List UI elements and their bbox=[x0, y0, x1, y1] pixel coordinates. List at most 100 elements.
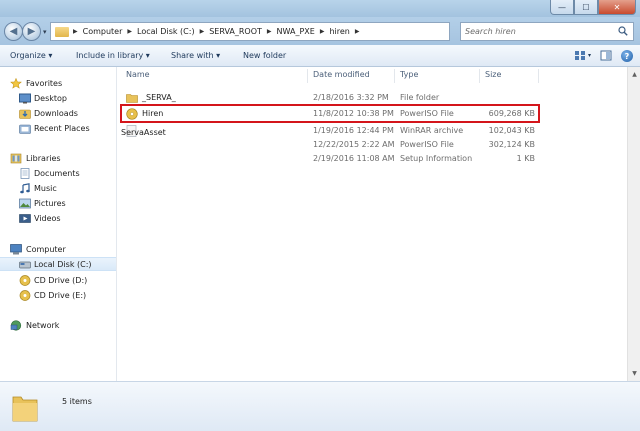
pictures-icon bbox=[19, 198, 31, 208]
navigation-bar: ◀ ▶ ▾ ▶ Computer ▶ Local Disk (C:) ▶ SER… bbox=[0, 17, 640, 45]
file-list: Name Date modified Type Size _SERVA_ 2/1… bbox=[117, 67, 627, 381]
iso-disc-icon bbox=[126, 108, 138, 120]
column-divider[interactable] bbox=[479, 69, 480, 83]
nav-music[interactable]: Music bbox=[0, 181, 116, 195]
nav-favorites[interactable]: Favorites bbox=[0, 76, 116, 90]
file-row[interactable]: 12/22/2015 2:22 AM PowerISO File 302,124… bbox=[124, 138, 538, 152]
back-arrow-icon: ◀ bbox=[9, 26, 18, 37]
nav-libraries[interactable]: Libraries bbox=[0, 151, 116, 165]
column-header-name[interactable]: Name bbox=[126, 70, 150, 79]
search-box[interactable] bbox=[460, 22, 634, 41]
folder-icon bbox=[12, 396, 38, 422]
documents-icon bbox=[20, 167, 30, 179]
breadcrumb-computer[interactable]: Computer bbox=[82, 23, 124, 40]
nav-local-disk[interactable]: Local Disk (C:) bbox=[0, 257, 116, 271]
libraries-icon bbox=[10, 153, 22, 163]
nav-network[interactable]: Network bbox=[0, 318, 116, 332]
forward-button[interactable]: ▶ bbox=[22, 22, 41, 41]
file-row[interactable]: Hiren 11/8/2012 10:38 PM PowerISO File 6… bbox=[124, 107, 538, 121]
nav-network-label: Network bbox=[26, 320, 60, 330]
breadcrumb-hiren[interactable]: hiren bbox=[328, 23, 350, 40]
file-size: 102,043 KB bbox=[488, 126, 535, 135]
column-header-date[interactable]: Date modified bbox=[313, 70, 370, 79]
minimize-button[interactable]: — bbox=[550, 0, 574, 15]
preview-pane-icon[interactable] bbox=[600, 50, 612, 61]
desktop-icon bbox=[19, 93, 31, 103]
new-folder-button[interactable]: New folder bbox=[243, 51, 286, 60]
column-divider[interactable] bbox=[538, 69, 539, 83]
file-date: 2/19/2016 11:08 AM bbox=[313, 154, 395, 163]
file-size: 302,124 KB bbox=[488, 140, 535, 149]
file-type: Setup Information bbox=[400, 154, 473, 163]
chevron-right-icon[interactable]: ▶ bbox=[267, 28, 272, 35]
column-header-size[interactable]: Size bbox=[485, 70, 501, 79]
nav-cd-drive-e[interactable]: CD Drive (E:) bbox=[0, 288, 116, 302]
nav-cd-drive-d[interactable]: CD Drive (D:) bbox=[0, 273, 116, 287]
vertical-scrollbar[interactable]: ▲ ▼ bbox=[627, 67, 640, 381]
view-options-icon[interactable] bbox=[574, 50, 586, 61]
forward-arrow-icon: ▶ bbox=[27, 26, 36, 37]
nav-recent-places[interactable]: Recent Places bbox=[0, 121, 116, 135]
share-with-button[interactable]: Share with ▾ bbox=[171, 51, 220, 60]
navigation-pane: Favorites Desktop Downloads Recent Place… bbox=[0, 67, 117, 381]
nav-documents[interactable]: Documents bbox=[0, 166, 116, 180]
search-input[interactable] bbox=[465, 27, 615, 36]
nav-videos-label: Videos bbox=[34, 213, 61, 223]
chevron-right-icon[interactable]: ▶ bbox=[200, 28, 205, 35]
maximize-button[interactable]: ☐ bbox=[574, 0, 598, 15]
command-bar: Organize ▾ Include in library ▾ Share wi… bbox=[0, 45, 640, 67]
help-icon[interactable]: ? bbox=[621, 50, 633, 62]
file-row[interactable]: _SERVA_ 2/18/2016 3:32 PM File folder bbox=[124, 91, 538, 105]
column-divider[interactable] bbox=[307, 69, 308, 83]
chevron-right-icon[interactable]: ▶ bbox=[127, 28, 132, 35]
nav-pictures-label: Pictures bbox=[34, 198, 66, 208]
folder-icon bbox=[126, 94, 138, 103]
chevron-right-icon[interactable]: ▶ bbox=[355, 28, 360, 35]
file-date: 12/22/2015 2:22 AM bbox=[313, 140, 395, 149]
downloads-folder-icon bbox=[19, 109, 31, 119]
file-name: Hiren bbox=[142, 109, 164, 118]
nav-libraries-label: Libraries bbox=[26, 153, 61, 163]
recent-pages-dropdown[interactable]: ▾ bbox=[43, 28, 47, 36]
nav-recent-places-label: Recent Places bbox=[34, 123, 90, 133]
file-row[interactable]: ServaAsset 1/19/2016 12:44 PM WinRAR arc… bbox=[121, 124, 538, 138]
folder-icon bbox=[55, 26, 69, 37]
view-dropdown-chevron-icon[interactable]: ▾ bbox=[588, 52, 591, 59]
breadcrumb-nwa-pxe[interactable]: NWA_PXE bbox=[276, 23, 316, 40]
column-header-type[interactable]: Type bbox=[400, 70, 418, 79]
include-in-library-button[interactable]: Include in library ▾ bbox=[76, 51, 150, 60]
star-icon bbox=[10, 77, 22, 89]
title-bar: — ☐ ✕ bbox=[0, 0, 640, 17]
nav-downloads[interactable]: Downloads bbox=[0, 106, 116, 120]
file-row[interactable]: 2/19/2016 11:08 AM Setup Information 1 K… bbox=[124, 152, 538, 166]
window-controls: — ☐ ✕ bbox=[550, 0, 636, 15]
back-button[interactable]: ◀ bbox=[4, 22, 23, 41]
nav-pictures[interactable]: Pictures bbox=[0, 196, 116, 210]
chevron-right-icon[interactable]: ▶ bbox=[320, 28, 325, 35]
file-date: 1/19/2016 12:44 PM bbox=[313, 126, 394, 135]
breadcrumb-local-disk[interactable]: Local Disk (C:) bbox=[136, 23, 196, 40]
nav-downloads-label: Downloads bbox=[34, 108, 78, 118]
scroll-up-icon[interactable]: ▲ bbox=[629, 69, 640, 80]
file-type: File folder bbox=[400, 93, 440, 102]
file-name: ServaAsset bbox=[121, 128, 166, 137]
nav-computer[interactable]: Computer bbox=[0, 242, 116, 256]
file-type: WinRAR archive bbox=[400, 126, 464, 135]
nav-desktop[interactable]: Desktop bbox=[0, 91, 116, 105]
nav-favorites-label: Favorites bbox=[26, 78, 63, 88]
recent-places-icon bbox=[19, 124, 31, 134]
breadcrumb-serva-root[interactable]: SERVA_ROOT bbox=[208, 23, 263, 40]
address-bar[interactable]: ▶ Computer ▶ Local Disk (C:) ▶ SERVA_ROO… bbox=[50, 22, 450, 41]
file-date: 11/8/2012 10:38 PM bbox=[313, 109, 394, 118]
nav-desktop-label: Desktop bbox=[34, 93, 67, 103]
file-date: 2/18/2016 3:32 PM bbox=[313, 93, 389, 102]
column-divider[interactable] bbox=[394, 69, 395, 83]
file-type: PowerISO File bbox=[400, 140, 454, 149]
close-button[interactable]: ✕ bbox=[598, 0, 636, 15]
scroll-down-icon[interactable]: ▼ bbox=[629, 368, 640, 379]
search-icon[interactable] bbox=[618, 26, 628, 36]
cd-drive-icon bbox=[19, 274, 31, 286]
organize-button[interactable]: Organize ▾ bbox=[10, 51, 52, 60]
nav-cd-drive-d-label: CD Drive (D:) bbox=[34, 275, 88, 285]
nav-videos[interactable]: Videos bbox=[0, 211, 116, 225]
